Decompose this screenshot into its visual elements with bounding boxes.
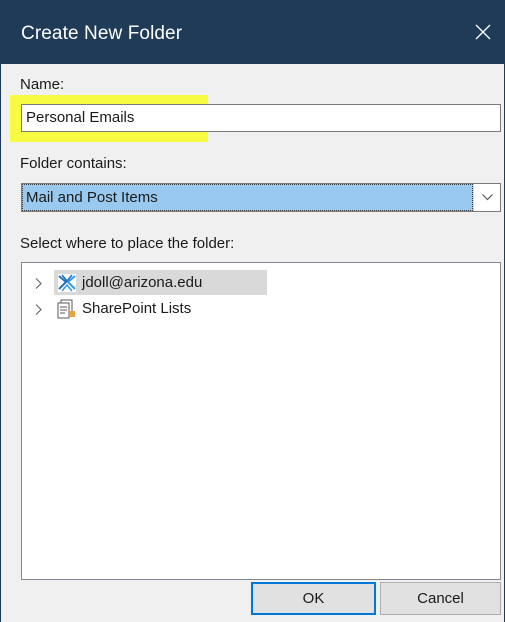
chevron-right-icon[interactable]: [35, 278, 42, 289]
cancel-button[interactable]: Cancel: [380, 582, 501, 615]
chevron-down-icon: [482, 194, 493, 201]
create-new-folder-dialog: Create New Folder Name: Personal Emails …: [0, 0, 505, 622]
folder-contains-label: Folder contains:: [20, 155, 127, 172]
close-button[interactable]: [461, 14, 505, 54]
tree-item-label: SharePoint Lists: [82, 300, 192, 317]
folder-location-tree[interactable]: jdoll@arizona.edu SharePoint Lists: [21, 262, 501, 580]
chevron-right-icon[interactable]: [35, 304, 42, 315]
mailbox-icon: [58, 274, 76, 292]
name-input-value: Personal Emails: [26, 109, 135, 126]
location-label: Select where to place the folder:: [20, 235, 235, 252]
folder-contains-select[interactable]: Mail and Post Items: [21, 183, 501, 212]
title-bar: Create New Folder: [0, 0, 505, 64]
close-icon: [475, 24, 491, 40]
dialog-title: Create New Folder: [21, 23, 183, 44]
tree-item-sharepoint[interactable]: SharePoint Lists: [22, 296, 500, 321]
tree-item-mailbox[interactable]: jdoll@arizona.edu: [22, 270, 500, 295]
folder-contains-selected-text: Mail and Post Items: [26, 189, 158, 206]
name-label: Name:: [20, 76, 65, 93]
tree-item-label: jdoll@arizona.edu: [82, 274, 203, 291]
folder-contains-selected: Mail and Post Items: [22, 184, 473, 211]
ok-button[interactable]: OK: [251, 582, 376, 615]
sharepoint-lists-icon: [57, 299, 75, 319]
name-input[interactable]: Personal Emails: [21, 104, 501, 132]
dropdown-button[interactable]: [473, 184, 500, 211]
